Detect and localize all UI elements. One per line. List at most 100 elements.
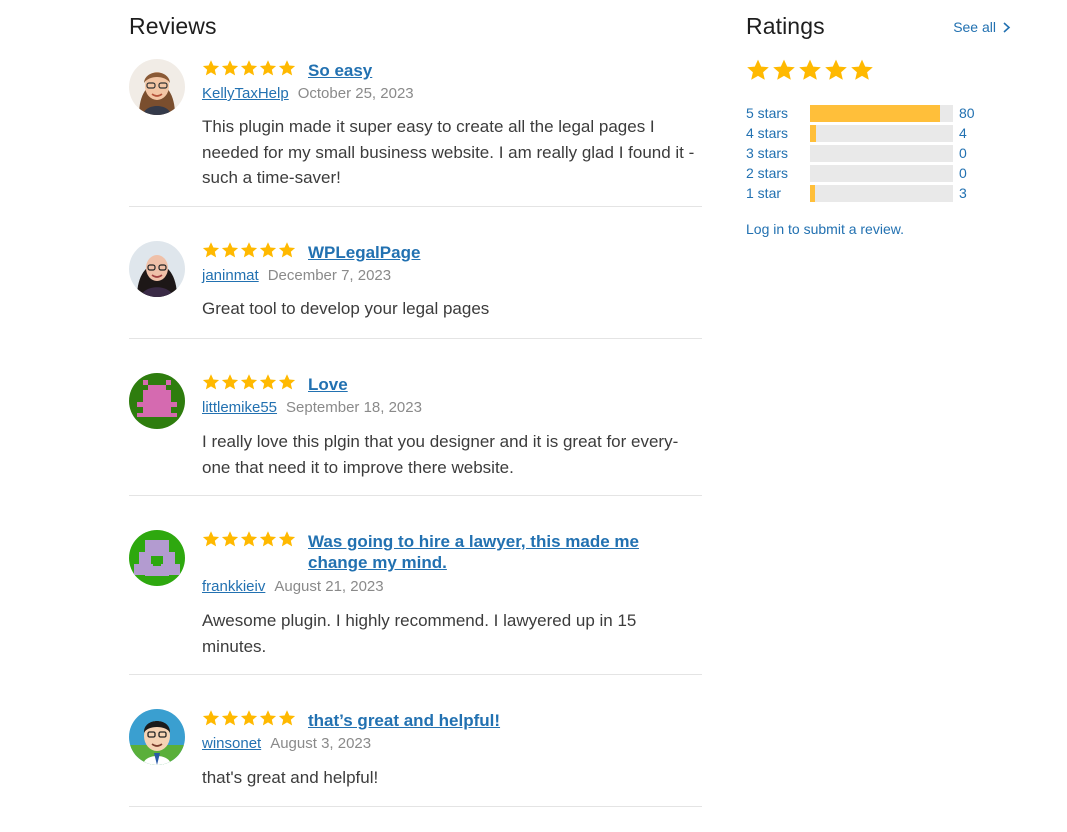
rating-count-number: 0 [959,165,967,181]
star-icon [259,59,277,77]
star-icon [259,241,277,259]
rating-bar-fill [810,104,941,122]
star-icon [278,530,296,548]
star-icon [240,709,258,727]
review-item: Was going to hire a lawyer, this made me… [129,496,702,675]
rating-bar [810,104,953,122]
review-body: that’s great and helpful! winsonet August… [202,709,702,791]
rating-bar-fill [810,184,815,202]
star-rating [202,241,296,259]
overall-star-rating [746,58,874,82]
rating-bar [810,184,953,202]
star-icon [221,709,239,727]
review-date: August 3, 2023 [270,735,372,752]
star-icon [850,58,874,82]
rating-bar [810,124,953,142]
star-icon [202,241,220,259]
rating-count-label[interactable]: 2 stars [746,165,810,181]
star-icon [221,241,239,259]
rating-count-number: 4 [959,125,967,141]
author-link[interactable]: KellyTaxHelp [202,85,289,102]
rating-count-row[interactable]: 4 stars 4 [746,123,1011,143]
rating-bar [810,164,953,182]
star-icon [772,58,796,82]
star-rating [202,709,296,727]
review-text: This plugin made it super easy to create… [202,117,695,187]
star-icon [240,241,258,259]
rating-count-number: 3 [959,185,967,201]
review-item: So easy KellyTaxHelp October 25, 2023 Thi… [129,55,702,207]
star-rating [202,373,296,391]
review-title-link[interactable]: WPLegalPage [308,242,420,263]
author-link[interactable]: littlemike55 [202,399,277,416]
review-body: So easy KellyTaxHelp October 25, 2023 Thi… [202,59,702,191]
review-item: WPLegalPage janinmat December 7, 2023 Gre… [129,207,702,339]
rating-bar-fill [810,124,817,142]
see-all-link[interactable]: See all [953,19,1011,35]
rating-count-row[interactable]: 3 stars 0 [746,143,1011,163]
review-text: Awesome plugin. I highly recommend. I la… [202,611,637,656]
star-icon [259,373,277,391]
star-icon [202,59,220,77]
review-item: that’s great and helpful! winsonet August… [129,675,702,807]
avatar[interactable] [129,241,185,297]
rating-count-label[interactable]: 5 stars [746,105,810,121]
star-icon [240,530,258,548]
star-icon [278,241,296,259]
rating-count-row[interactable]: 1 star 3 [746,183,1011,203]
review-title-link[interactable]: that’s great and helpful! [308,710,500,731]
star-icon [798,58,822,82]
avatar[interactable] [129,709,185,765]
review-title-link[interactable]: Love [308,374,348,395]
review-text: I really love this plgin that you design… [202,432,679,477]
review-body: Love littlemike55 September 18, 2023 I re… [202,373,702,480]
star-rating [202,530,296,548]
star-icon [824,58,848,82]
star-icon [278,709,296,727]
avatar[interactable] [129,59,185,115]
review-item: Love littlemike55 September 18, 2023 I re… [129,339,702,496]
rating-count-row[interactable]: 5 stars 80 [746,103,1011,123]
review-date: December 7, 2023 [267,267,392,284]
star-icon [278,373,296,391]
review-date: August 21, 2023 [274,578,384,595]
rating-count-number: 80 [959,105,975,121]
review-body: Was going to hire a lawyer, this made me… [202,530,702,659]
avatar[interactable] [129,373,185,429]
star-icon [221,530,239,548]
star-icon [240,59,258,77]
author-link[interactable]: janinmat [202,267,259,284]
review-title-link[interactable]: So easy [308,60,372,81]
star-icon [221,59,239,77]
avatar[interactable] [129,530,185,586]
review-body: WPLegalPage janinmat December 7, 2023 Gre… [202,241,702,322]
rating-bar [810,144,953,162]
ratings-heading: Ratings [746,13,825,39]
star-icon [259,530,277,548]
star-icon [278,59,296,77]
star-icon [202,709,220,727]
see-all-label: See all [953,19,996,35]
star-icon [202,530,220,548]
star-icon [202,373,220,391]
star-icon [240,373,258,391]
star-icon [259,709,277,727]
star-rating [202,59,296,77]
review-title-link[interactable]: Was going to hire a lawyer, this made me… [308,531,668,573]
review-text: that's great and helpful! [202,768,379,787]
star-icon [221,373,239,391]
star-icon [746,58,770,82]
rating-count-label[interactable]: 4 stars [746,125,810,141]
review-date: September 18, 2023 [286,399,422,416]
rating-count-number: 0 [959,145,967,161]
rating-counts: 5 stars 80 4 stars 4 3 stars 0 2 stars 0… [746,103,1011,203]
rating-count-label[interactable]: 1 star [746,185,810,201]
author-link[interactable]: winsonet [202,735,261,752]
rating-count-label[interactable]: 3 stars [746,145,810,161]
review-text: Great tool to develop your legal pages [202,299,490,318]
author-link[interactable]: frankkieiv [202,578,265,595]
review-date: October 25, 2023 [297,85,414,102]
login-to-review-link[interactable]: Log in to submit a review. [746,221,904,237]
chevron-right-icon [1003,21,1011,33]
rating-count-row[interactable]: 2 stars 0 [746,163,1011,183]
